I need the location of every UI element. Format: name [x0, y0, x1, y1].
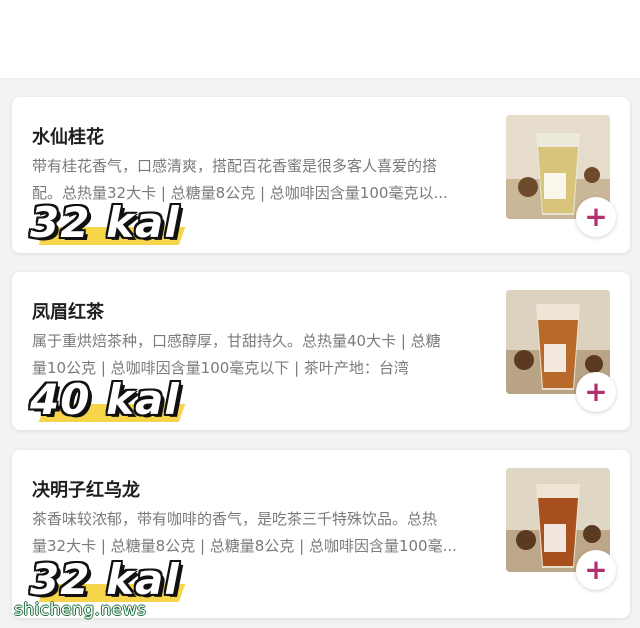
- calorie-label: 40 kal: [30, 375, 180, 424]
- watermark: shicheng.news: [14, 600, 147, 620]
- desc-line: 茶香味较浓郁，带有咖啡的香气，是吃茶三千特殊饮品。总热: [32, 510, 438, 528]
- menu-item-card[interactable]: 水仙桂花 带有桂花香气，口感清爽，搭配百花香蜜是很多客人喜爱的搭 配。总热量32…: [12, 97, 630, 253]
- calorie-label: 32 kal: [30, 198, 180, 247]
- calorie-label: 32 kal: [30, 555, 180, 604]
- add-to-cart-button[interactable]: +: [576, 197, 616, 237]
- desc-line: 属于重烘焙茶种，口感醇厚，甘甜持久。总热量40大卡 | 总糖: [32, 332, 441, 350]
- add-to-cart-button[interactable]: +: [576, 372, 616, 412]
- item-description: 茶香味较浓郁，带有咖啡的香气，是吃茶三千特殊饮品。总热 量32大卡 | 总糖量8…: [32, 506, 492, 560]
- item-description: 属于重烘焙茶种，口感醇厚，甘甜持久。总热量40大卡 | 总糖 量10公克 | 总…: [32, 328, 492, 382]
- item-name: 水仙桂花: [32, 127, 104, 148]
- menu-item-card[interactable]: 决明子红乌龙 茶香味较浓郁，带有咖啡的香气，是吃茶三千特殊饮品。总热 量32大卡…: [12, 450, 630, 618]
- menu-item-card[interactable]: 凤眉红茶 属于重烘焙茶种，口感醇厚，甘甜持久。总热量40大卡 | 总糖 量10公…: [12, 272, 630, 430]
- desc-line: 带有桂花香气，口感清爽，搭配百花香蜜是很多客人喜爱的搭: [32, 157, 438, 175]
- add-to-cart-button[interactable]: +: [576, 550, 616, 590]
- item-name: 决明子红乌龙: [32, 480, 140, 501]
- top-header-bar: [0, 0, 640, 79]
- item-name: 凤眉红茶: [32, 302, 104, 323]
